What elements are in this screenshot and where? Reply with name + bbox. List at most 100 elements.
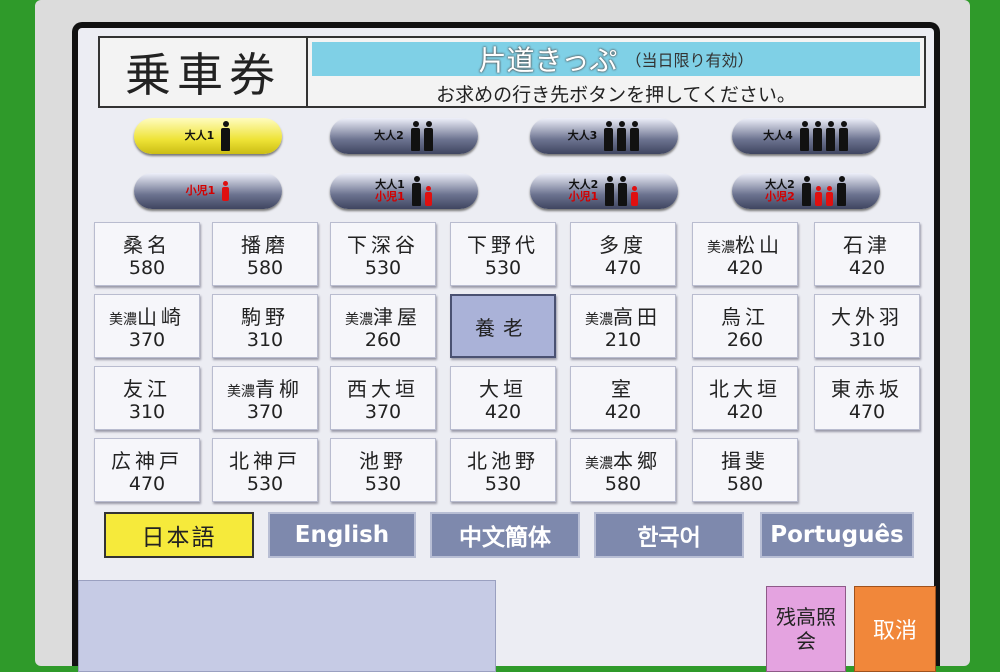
station-prefix: 美濃 — [585, 456, 613, 472]
station-name: 桑名 — [123, 229, 171, 257]
destination-button[interactable]: 桑名 580 — [94, 222, 200, 286]
destination-button[interactable]: 駒野 310 — [212, 294, 318, 358]
language-button-korean[interactable]: 한국어 — [594, 512, 744, 558]
adult-count-label: 大人4 — [763, 129, 793, 142]
family-figure-icon — [801, 176, 847, 206]
destination-button[interactable]: 多度 470 — [570, 222, 676, 286]
destination-button[interactable]: 下野代 530 — [450, 222, 556, 286]
destination-button[interactable]: 大垣 420 — [450, 366, 556, 430]
station-label: 西大垣 — [347, 377, 419, 401]
station-label: 室 — [611, 377, 635, 401]
station-label: 北大垣 — [709, 377, 781, 401]
family-figure-icon — [411, 176, 433, 206]
station-name: 北大垣 — [709, 373, 781, 401]
adult-figure-icon — [799, 121, 849, 151]
destination-button[interactable]: 西大垣 370 — [330, 366, 436, 430]
station-name: 烏江 — [721, 301, 769, 329]
child-count-label: 小児1 — [568, 190, 599, 203]
passenger-button-child1[interactable]: 小児1 — [134, 173, 282, 209]
destination-button[interactable]: 下深谷 530 — [330, 222, 436, 286]
passenger-button-adult1-child1[interactable]: 大人1 小児1 — [330, 173, 478, 209]
station-prefix: 美濃 — [227, 384, 255, 400]
station-name: 下深谷 — [347, 229, 419, 257]
fare-label: 370 — [246, 401, 284, 423]
fare-label: 370 — [128, 329, 166, 351]
adult-figure-icon — [220, 121, 231, 151]
station-label: 桑名 — [123, 233, 171, 257]
destination-button[interactable]: 烏江 260 — [692, 294, 798, 358]
station-label: 下深谷 — [347, 233, 419, 257]
station-name: 美濃 松山 — [707, 229, 783, 257]
destination-button[interactable]: 大外羽 310 — [814, 294, 920, 358]
destination-button[interactable]: 養老 — [450, 294, 556, 358]
destination-button[interactable]: 北大垣 420 — [692, 366, 798, 430]
station-name: 北池野 — [467, 445, 539, 473]
fare-label: 420 — [484, 401, 522, 423]
station-name: 西大垣 — [347, 373, 419, 401]
station-label: 本郷 — [613, 449, 661, 473]
station-name: 駒野 — [241, 301, 289, 329]
destination-button[interactable]: 東赤坂 470 — [814, 366, 920, 430]
station-name: 下野代 — [467, 229, 539, 257]
fare-label: 470 — [604, 257, 642, 279]
fare-label: 420 — [726, 401, 764, 423]
language-button-english[interactable]: English — [268, 512, 416, 558]
validity-label: （当日限り有効） — [625, 51, 754, 70]
destination-button[interactable]: 揖斐 580 — [692, 438, 798, 502]
language-button-portuguese[interactable]: Português — [760, 512, 914, 558]
station-label: 高田 — [613, 305, 661, 329]
destination-button[interactable]: 友江 310 — [94, 366, 200, 430]
fare-label: 420 — [726, 257, 764, 279]
balance-inquiry-button[interactable]: 残高照会 — [766, 586, 846, 672]
station-name: 池野 — [359, 445, 407, 473]
fare-label: 310 — [848, 329, 886, 351]
cancel-button[interactable]: 取消 — [854, 586, 936, 672]
destination-button[interactable]: 広神戸 470 — [94, 438, 200, 502]
fare-label: 370 — [364, 401, 402, 423]
fare-label: 530 — [364, 257, 402, 279]
destination-button[interactable]: 池野 530 — [330, 438, 436, 502]
fare-label: 580 — [246, 257, 284, 279]
passenger-button-adult1[interactable]: 大人1 — [134, 118, 282, 154]
ticket-type-label: 片道きっぷ — [478, 44, 618, 77]
station-name: 北神戸 — [229, 445, 301, 473]
station-name: 美濃 本郷 — [585, 445, 661, 473]
station-name: 美濃 津屋 — [345, 301, 421, 329]
station-name: 室 — [611, 373, 635, 401]
destination-button[interactable]: 美濃 本郷 580 — [570, 438, 676, 502]
station-label: 広神戸 — [111, 449, 183, 473]
destination-button[interactable]: 美濃 津屋 260 — [330, 294, 436, 358]
passenger-button-adult2-child1[interactable]: 大人2 小児1 — [530, 173, 678, 209]
destination-button[interactable]: 美濃 高田 210 — [570, 294, 676, 358]
station-label: 津屋 — [373, 305, 421, 329]
station-name: 揖斐 — [721, 445, 769, 473]
station-prefix: 美濃 — [109, 312, 137, 328]
adult-count-label: 大人3 — [567, 129, 598, 142]
destination-button[interactable]: 北池野 530 — [450, 438, 556, 502]
passenger-button-adult2[interactable]: 大人2 — [330, 118, 478, 154]
station-name: 広神戸 — [111, 445, 183, 473]
language-button-japanese[interactable]: 日本語 — [104, 512, 254, 558]
destination-button[interactable]: 室 420 — [570, 366, 676, 430]
destination-button[interactable]: 美濃 松山 420 — [692, 222, 798, 286]
fare-label: 260 — [726, 329, 764, 351]
destination-button[interactable]: 播磨 580 — [212, 222, 318, 286]
station-name: 東赤坂 — [831, 373, 903, 401]
station-label: 大外羽 — [831, 305, 903, 329]
destination-button[interactable]: 北神戸 530 — [212, 438, 318, 502]
language-button-chinese[interactable]: 中文簡体 — [430, 512, 580, 558]
instruction-text: お求めの行き先ボタンを押してください。 — [436, 84, 796, 106]
passenger-button-adult2-child2[interactable]: 大人2 小児2 — [732, 173, 880, 209]
station-prefix: 美濃 — [707, 240, 735, 256]
passenger-button-adult3[interactable]: 大人3 — [530, 118, 678, 154]
passenger-button-adult4[interactable]: 大人4 — [732, 118, 880, 154]
destination-button[interactable]: 美濃 青柳 370 — [212, 366, 318, 430]
station-label: 播磨 — [241, 233, 289, 257]
destination-button[interactable]: 美濃 山崎 370 — [94, 294, 200, 358]
ticket-type-panel: 片道きっぷ （当日限り有効） お求めの行き先ボタンを押してください。 — [308, 36, 926, 108]
station-name: 石津 — [843, 229, 891, 257]
fare-label: 530 — [246, 473, 284, 495]
station-label: 青柳 — [255, 377, 303, 401]
message-area — [78, 580, 496, 672]
destination-button[interactable]: 石津 420 — [814, 222, 920, 286]
